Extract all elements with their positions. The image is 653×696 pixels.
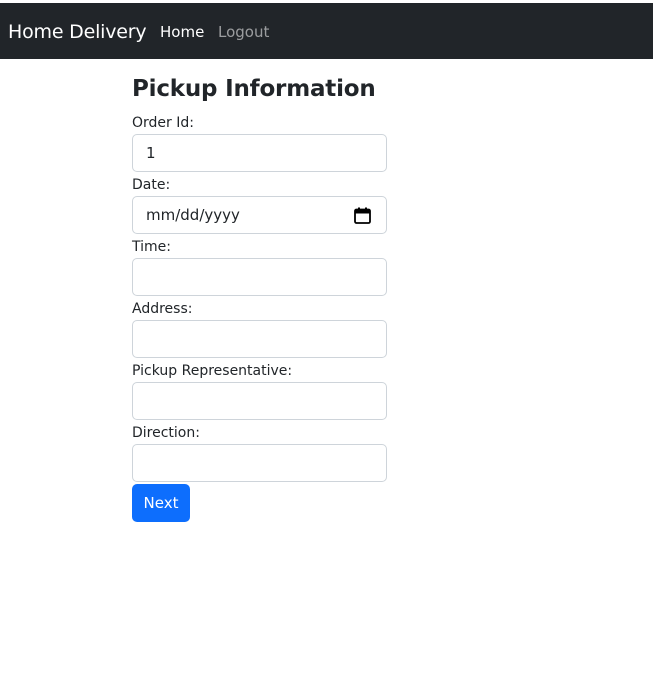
brand-link[interactable]: Home Delivery [8,20,147,44]
time-input[interactable] [132,258,387,296]
top-navbar: Home Delivery Home Logout [0,3,653,59]
pickup-representative-label: Pickup Representative: [132,363,293,379]
direction-label: Direction: [132,425,200,441]
date-input[interactable]: mm/dd/yyyy [132,196,387,234]
order-id-value: 1 [146,144,156,162]
order-id-input[interactable]: 1 [132,134,387,172]
nav-link-logout[interactable]: Logout [218,22,269,42]
nav-link-home[interactable]: Home [160,22,204,42]
address-label: Address: [132,301,193,317]
date-placeholder: mm/dd/yyyy [146,206,240,224]
pickup-representative-input[interactable] [132,382,387,420]
time-label: Time: [132,239,171,255]
date-label: Date: [132,177,171,193]
order-id-label: Order Id: [132,115,194,131]
next-button[interactable]: Next [132,484,190,522]
page-title: Pickup Information [132,76,376,102]
address-input[interactable] [132,320,387,358]
calendar-icon[interactable] [354,207,371,224]
direction-input[interactable] [132,444,387,482]
